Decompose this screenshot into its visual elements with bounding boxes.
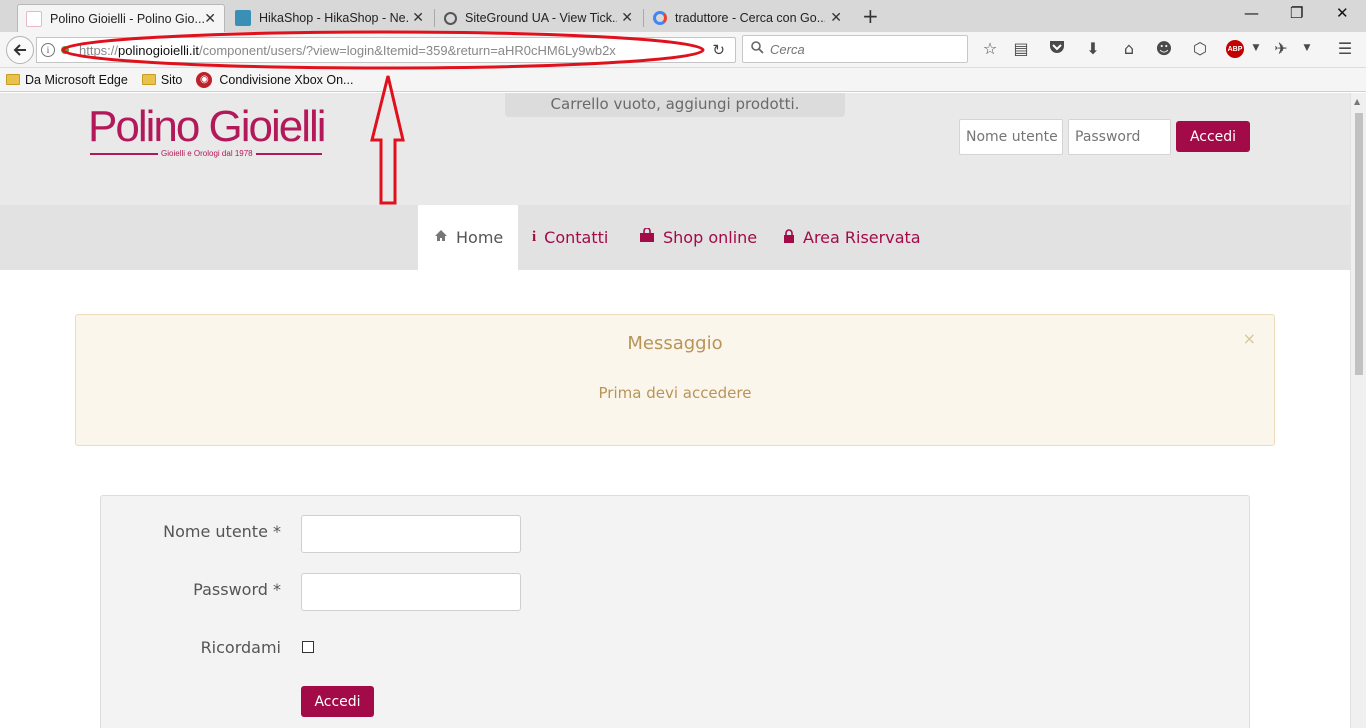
menu-label: Home: [456, 228, 504, 247]
chevron-down-icon[interactable]: ▼: [1297, 43, 1317, 53]
main-menu: Home i Contatti Shop online Area Riserva…: [0, 205, 1350, 270]
pocket-icon[interactable]: [1047, 39, 1067, 58]
username-label: Nome utente *: [163, 522, 281, 541]
remember-label: Ricordami: [200, 638, 281, 657]
header-username-input[interactable]: [959, 119, 1063, 155]
menu-icon[interactable]: ☰: [1335, 39, 1355, 58]
menu-item-area-riservata[interactable]: Area Riservata: [783, 205, 921, 270]
extension-icon[interactable]: ⬡: [1190, 39, 1210, 58]
reading-list-icon[interactable]: ▤: [1011, 39, 1031, 58]
siteground-favicon-icon: [444, 11, 457, 25]
header-login-button[interactable]: Accedi: [1176, 121, 1250, 152]
cart-status[interactable]: Carrello vuoto, aggiungi prodotti.: [505, 93, 845, 117]
tab-google[interactable]: traduttore - Cerca con Go... ✕: [645, 4, 850, 32]
logo-text: Polino Gioielli: [88, 102, 327, 151]
search-icon: [751, 40, 764, 58]
password-label: Password *: [193, 580, 281, 599]
search-box[interactable]: [742, 35, 968, 63]
google-favicon-icon: [653, 11, 667, 25]
minimize-button[interactable]: —: [1244, 4, 1259, 22]
close-icon[interactable]: ×: [1243, 329, 1256, 348]
bookmarks-bar: Da Microsoft Edge Sito ◉ Condivisione Xb…: [0, 68, 1366, 92]
bookmark-label: Condivisione Xbox On...: [219, 72, 354, 87]
tab-close-icon[interactable]: ✕: [204, 11, 216, 27]
tab-siteground[interactable]: SiteGround UA - View Tick... ✕: [436, 4, 641, 32]
bookmark-xbox[interactable]: ◉ Condivisione Xbox On...: [196, 71, 354, 88]
site-header: Polino Gioielli Gioielli e Orologi dal 1…: [0, 93, 1350, 205]
star-icon[interactable]: ☆: [980, 39, 1000, 58]
url-path: /component/users/?view=login&Itemid=359&…: [198, 42, 616, 58]
header-password-input[interactable]: [1068, 119, 1171, 155]
new-tab-button[interactable]: +: [862, 4, 879, 28]
tab-polino-gioielli[interactable]: Polino Gioielli - Polino Gio... ✕: [17, 4, 225, 32]
tab-separator: [434, 9, 435, 27]
reload-icon[interactable]: ↻: [712, 41, 725, 59]
chevron-down-icon[interactable]: ▼: [1246, 43, 1266, 53]
home-icon: [434, 229, 448, 246]
navigation-toolbar: i https://polinogioielli.it/component/us…: [0, 32, 1366, 68]
bookmark-label: Da Microsoft Edge: [25, 72, 128, 87]
menu-label: Contatti: [544, 228, 609, 247]
tab-close-icon[interactable]: ✕: [621, 10, 633, 26]
bookmark-edge[interactable]: Da Microsoft Edge: [6, 73, 128, 87]
url-bar[interactable]: i https://polinogioielli.it/component/us…: [36, 37, 736, 63]
extension-2-icon[interactable]: ✈: [1271, 39, 1291, 58]
page-content: Polino Gioielli Gioielli e Orologi dal 1…: [0, 93, 1350, 728]
logo-tagline: Gioielli e Orologi dal 1978: [158, 149, 256, 158]
tab-hikashop[interactable]: HikaShop - HikaShop - Ne... ✕: [227, 4, 432, 32]
message-title: Messaggio: [627, 333, 723, 354]
password-field[interactable]: [301, 573, 521, 611]
folder-icon: [6, 74, 20, 85]
login-form: Nome utente * Password * Ricordami Acced…: [100, 495, 1250, 728]
tab-separator: [643, 9, 644, 27]
url-prefix: https://: [79, 42, 119, 58]
bookmark-label: Sito: [160, 72, 183, 87]
tab-title: SiteGround UA - View Tick...: [465, 11, 617, 25]
url-text[interactable]: https://polinogioielli.it/component/user…: [79, 43, 679, 58]
close-window-button[interactable]: ✕: [1336, 4, 1349, 22]
site-logo[interactable]: Polino Gioielli Gioielli e Orologi dal 1…: [88, 103, 328, 163]
search-input[interactable]: [770, 41, 960, 57]
bookmark-sito[interactable]: Sito: [141, 72, 183, 87]
menu-label: Area Riservata: [803, 228, 921, 247]
page-scrollbar[interactable]: ▲: [1350, 93, 1366, 728]
adblock-icon[interactable]: ABP: [1226, 40, 1244, 58]
scroll-up-icon[interactable]: ▲: [1354, 97, 1360, 106]
menu-item-contatti[interactable]: i Contatti: [532, 205, 608, 270]
lock-icon: [783, 228, 795, 247]
shopping-bag-icon: [639, 227, 655, 247]
scroll-thumb[interactable]: [1355, 113, 1363, 375]
polino-favicon-icon: [26, 10, 42, 27]
restore-button[interactable]: ❐: [1290, 4, 1303, 22]
login-submit-button[interactable]: Accedi: [301, 686, 374, 717]
hikashop-favicon-icon: [235, 10, 251, 26]
url-domain: polinogioielli.it: [118, 42, 199, 58]
tab-bar: Polino Gioielli - Polino Gio... ✕ HikaSh…: [0, 0, 1366, 32]
chat-icon[interactable]: ☻: [1154, 39, 1174, 58]
system-message: Messaggio Prima devi accedere ×: [75, 314, 1275, 446]
tab-title: HikaShop - HikaShop - Ne...: [259, 11, 409, 25]
xbox-icon: ◉: [196, 71, 213, 88]
menu-label: Shop online: [663, 228, 758, 247]
back-button[interactable]: [6, 36, 34, 64]
tab-title: traduttore - Cerca con Go...: [675, 11, 825, 25]
tab-title: Polino Gioielli - Polino Gio...: [50, 11, 205, 26]
tab-close-icon[interactable]: ✕: [412, 10, 424, 26]
message-text: Prima devi accedere: [598, 384, 752, 402]
menu-item-home[interactable]: Home: [418, 205, 518, 270]
tab-close-icon[interactable]: ✕: [830, 10, 842, 26]
download-icon[interactable]: ⬇: [1083, 39, 1103, 58]
secure-lock-icon: [61, 46, 69, 54]
folder-icon: [141, 74, 156, 85]
menu-item-shop-online[interactable]: Shop online: [639, 205, 757, 270]
remember-checkbox[interactable]: [302, 641, 314, 653]
username-field[interactable]: [301, 515, 521, 553]
info-icon[interactable]: i: [41, 43, 55, 57]
back-arrow-icon: [13, 44, 26, 56]
home-icon[interactable]: ⌂: [1119, 39, 1139, 58]
info-icon: i: [532, 229, 537, 245]
